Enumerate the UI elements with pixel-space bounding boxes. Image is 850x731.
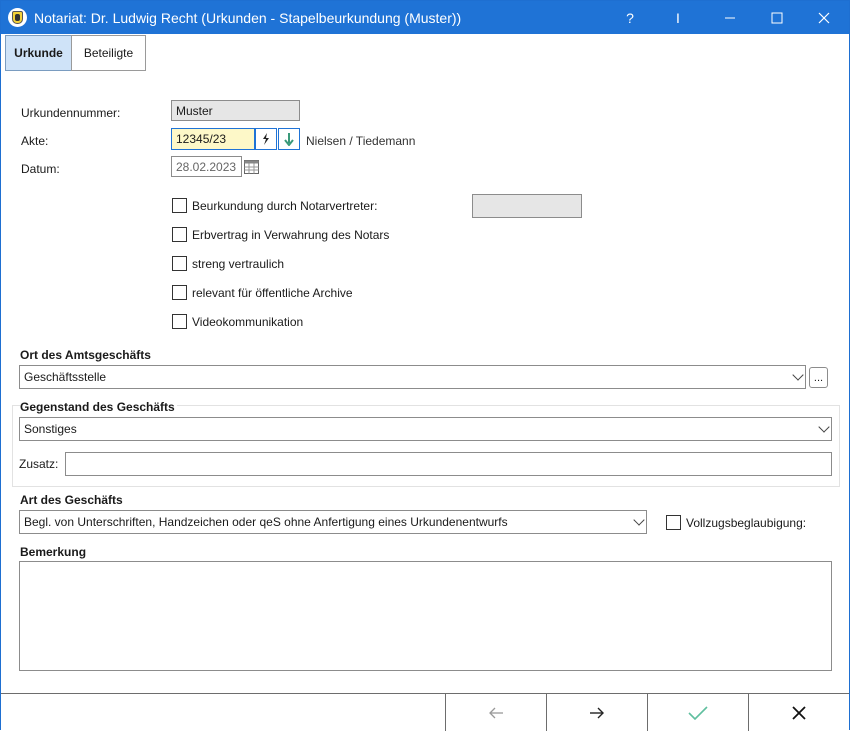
notarvertreter-checkbox[interactable] <box>172 198 187 213</box>
help-button[interactable]: ? <box>607 1 653 34</box>
lightning-icon <box>263 133 269 145</box>
notarvertreter-field[interactable] <box>472 194 582 218</box>
erbvertrag-label: Erbvertrag in Verwahrung des Notars <box>192 228 390 242</box>
bottom-bar <box>1 693 849 731</box>
maximize-button[interactable] <box>754 1 800 34</box>
notarvertreter-label: Beurkundung durch Notarvertreter: <box>192 199 378 213</box>
urkundennummer-label: Urkundennummer: <box>21 106 121 120</box>
archive-checkbox[interactable] <box>172 285 187 300</box>
arrow-down-icon <box>284 133 294 146</box>
arrow-right-icon <box>590 707 604 718</box>
calendar-button[interactable] <box>242 156 260 177</box>
cancel-button[interactable] <box>748 694 849 731</box>
chevron-down-icon <box>818 421 830 433</box>
archive-label: relevant für öffentliche Archive <box>192 286 353 300</box>
checkmark-icon <box>688 705 708 720</box>
minimize-icon <box>725 17 735 18</box>
erbvertrag-checkbox[interactable] <box>172 227 187 242</box>
minimize-button[interactable] <box>707 1 753 34</box>
zusatz-field[interactable] <box>65 452 832 476</box>
ok-button[interactable] <box>647 694 748 731</box>
ort-label: Ort des Amtsgeschäfts <box>20 348 151 362</box>
vertraulich-label: streng vertraulich <box>192 257 285 271</box>
akte-download-button[interactable] <box>278 128 300 150</box>
tab-beteiligte[interactable]: Beteiligte <box>71 35 146 71</box>
arrow-left-icon <box>489 707 503 718</box>
ort-select-value: Geschäftsstelle <box>24 370 107 384</box>
calendar-icon <box>243 159 259 174</box>
bemerkung-label: Bemerkung <box>20 545 87 559</box>
chevron-down-icon <box>633 514 645 526</box>
maximize-icon <box>771 12 783 23</box>
urkundennummer-field[interactable]: Muster <box>171 100 300 121</box>
chevron-down-icon <box>792 369 804 381</box>
zusatz-label: Zusatz: <box>19 457 59 471</box>
window-title: Notariat: Dr. Ludwig Recht (Urkunden - S… <box>34 10 462 26</box>
text-cursor-icon[interactable]: I <box>655 1 701 34</box>
vollzugsbeglaubigung-checkbox[interactable] <box>666 515 681 530</box>
forward-button[interactable] <box>546 694 647 731</box>
ort-more-button[interactable]: ... <box>809 367 828 388</box>
app-logo-icon <box>8 8 27 27</box>
art-label: Art des Geschäfts <box>20 493 123 507</box>
art-select-value: Begl. von Unterschriften, Handzeichen od… <box>24 515 508 529</box>
art-select[interactable]: Begl. von Unterschriften, Handzeichen od… <box>19 510 647 534</box>
datum-label: Datum: <box>21 162 60 176</box>
close-icon <box>818 12 830 23</box>
datum-field[interactable]: 28.02.2023 <box>171 156 242 177</box>
tab-urkunde[interactable]: Urkunde <box>5 35 72 71</box>
back-button[interactable] <box>445 694 546 731</box>
videokommunikation-label: Videokommunikation <box>192 315 304 329</box>
vertraulich-checkbox[interactable] <box>172 256 187 271</box>
vollzugsbeglaubigung-label: Vollzugsbeglaubigung: <box>686 516 807 530</box>
close-icon <box>792 705 806 720</box>
akte-label: Akte: <box>21 134 49 148</box>
ort-select[interactable]: Geschäftsstelle <box>19 365 806 389</box>
gegenstand-select-value: Sonstiges <box>24 422 77 436</box>
akte-names: Nielsen / Tiedemann <box>306 134 416 148</box>
gegenstand-select[interactable]: Sonstiges <box>19 417 832 441</box>
bemerkung-textarea[interactable] <box>19 561 832 671</box>
gegenstand-label: Gegenstand des Geschäfts <box>20 400 177 414</box>
videokommunikation-checkbox[interactable] <box>172 314 187 329</box>
close-window-button[interactable] <box>801 1 847 34</box>
akte-field[interactable]: 12345/23 <box>171 128 255 150</box>
main-window: Notariat: Dr. Ludwig Recht (Urkunden - S… <box>0 0 850 731</box>
title-bar: Notariat: Dr. Ludwig Recht (Urkunden - S… <box>1 1 849 34</box>
akte-lightning-button[interactable] <box>255 128 277 150</box>
